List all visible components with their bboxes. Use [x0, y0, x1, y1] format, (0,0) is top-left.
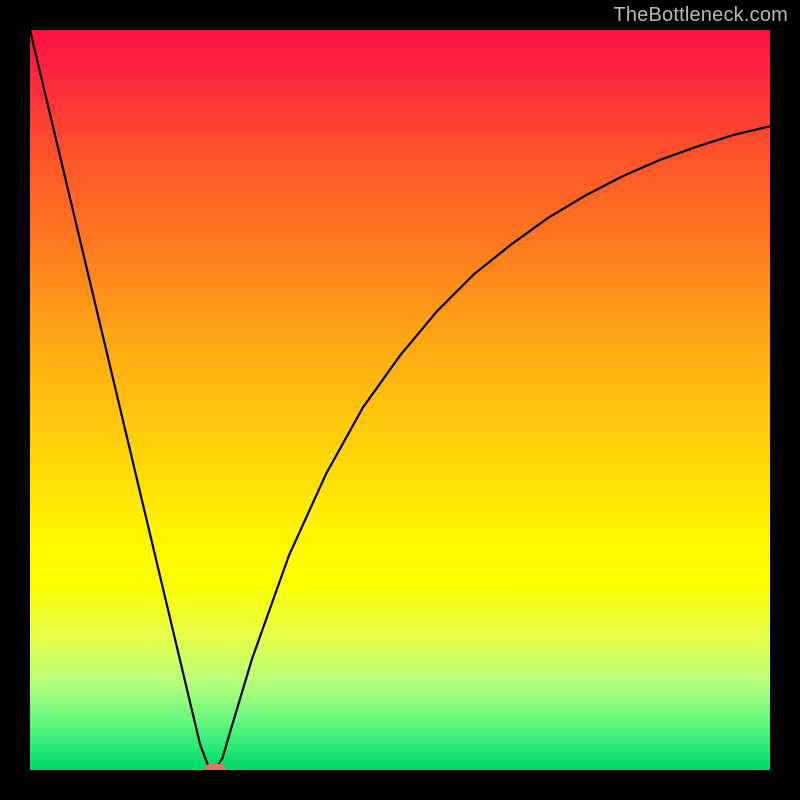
watermark-text: TheBottleneck.com — [613, 4, 788, 27]
plot-area — [30, 30, 770, 770]
bottleneck-curve — [30, 30, 770, 770]
chart-container: TheBottleneck.com — [0, 0, 800, 800]
minimum-marker — [204, 764, 226, 770]
